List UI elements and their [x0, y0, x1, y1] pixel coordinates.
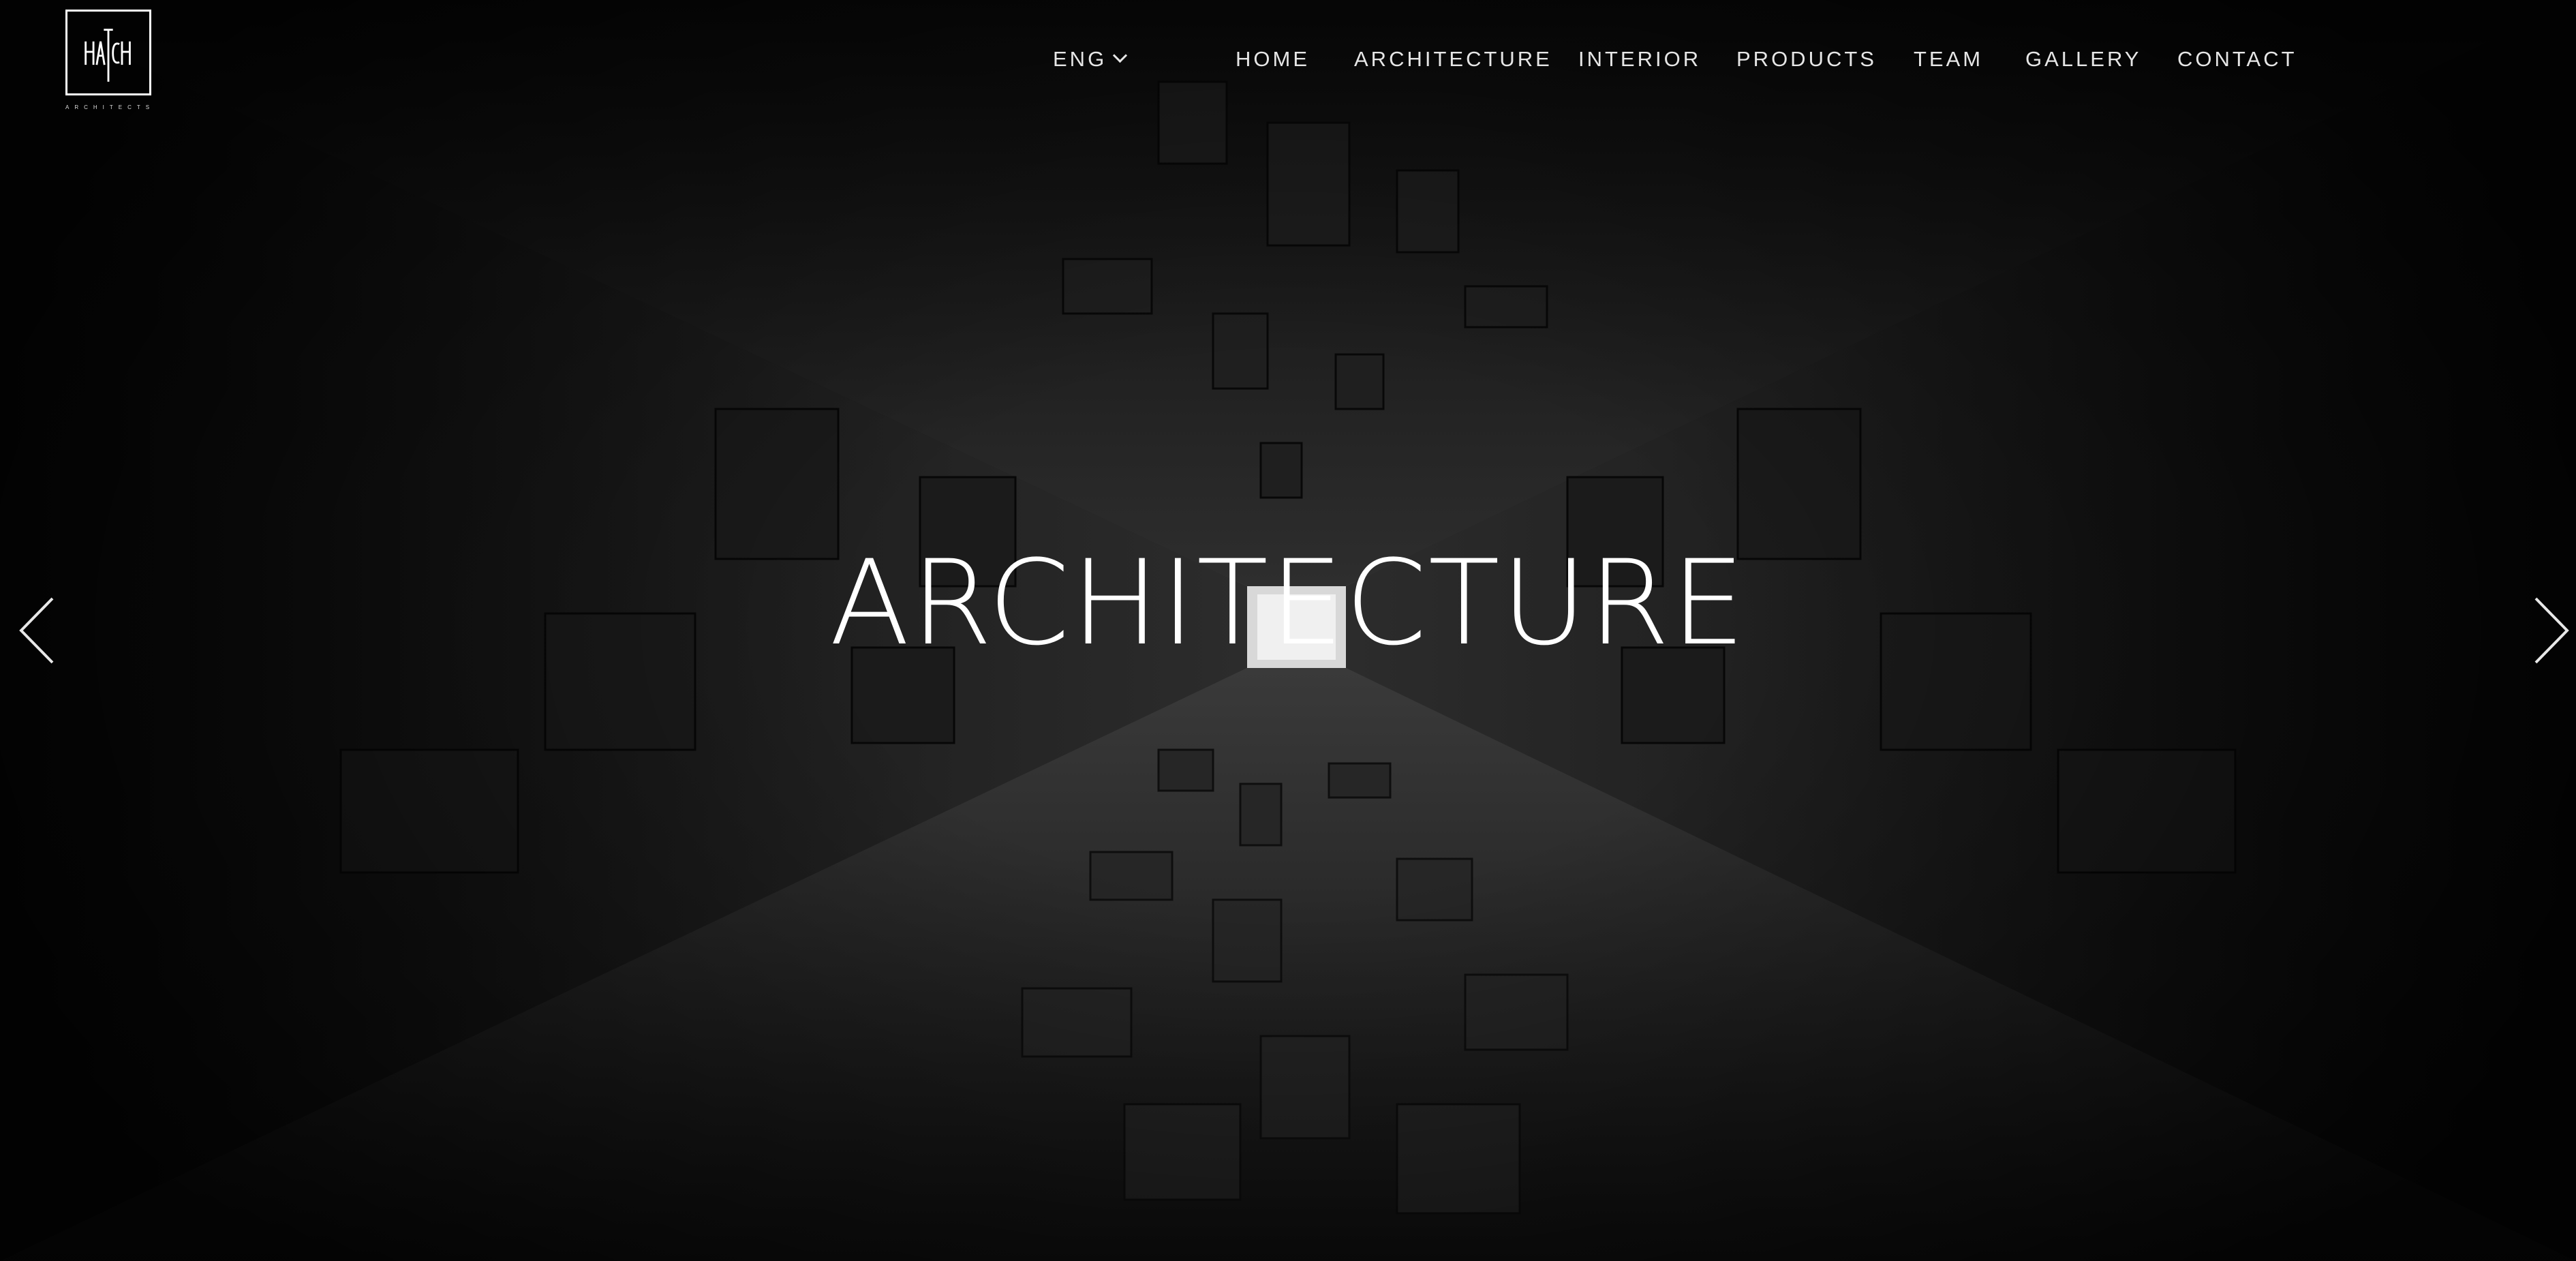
slider-next-button[interactable] [2530, 593, 2571, 668]
slider-prev-button[interactable] [17, 593, 58, 668]
chevron-left-icon [19, 597, 54, 664]
nav-item-gallery[interactable]: GALLERY [2025, 42, 2141, 76]
chevron-right-icon [2534, 597, 2569, 664]
language-selected: ENG [1053, 47, 1107, 71]
nav-item-home[interactable]: HOME [1236, 42, 1310, 76]
logo-subtext: ARCHITECTS [65, 104, 155, 110]
hero-title: ARCHITECTURE [829, 534, 1747, 671]
chevron-down-icon [1113, 48, 1128, 63]
nav-item-products[interactable]: PRODUCTS [1736, 42, 1877, 76]
language-selector[interactable]: ENG [1053, 42, 1128, 76]
nav-item-team[interactable]: TEAM [1914, 42, 1983, 76]
nav-item-architecture[interactable]: ARCHITECTURE [1354, 42, 1552, 76]
nav-item-interior[interactable]: INTERIOR [1578, 42, 1701, 76]
nav-item-contact[interactable]: CONTACT [2177, 42, 2297, 76]
main-nav: ENG HOME ARCHITECTURE INTERIOR PRODUCTS … [0, 42, 2576, 76]
